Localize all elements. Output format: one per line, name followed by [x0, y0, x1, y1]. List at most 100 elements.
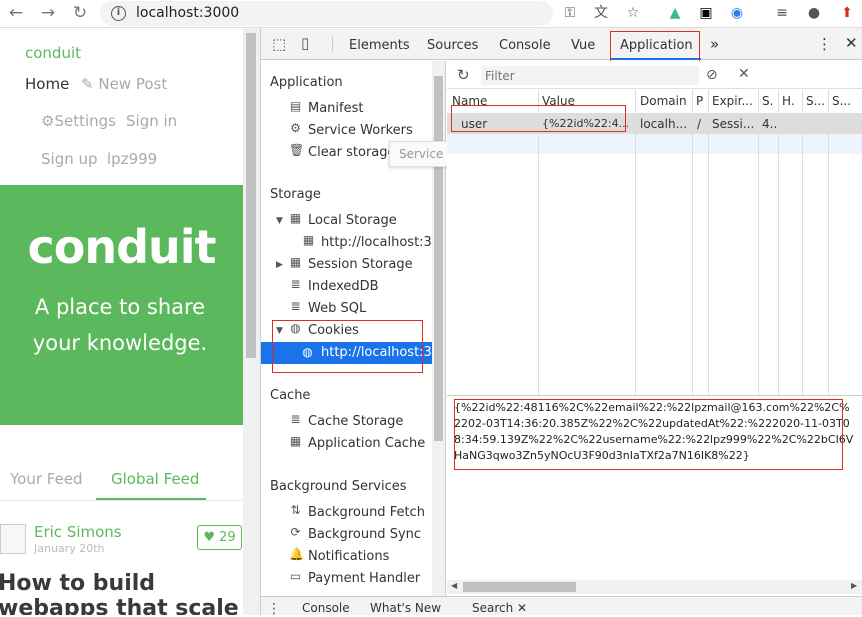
address-bar[interactable]: i localhost:3000 [100, 1, 553, 26]
sidebar-item-local-storage-origin[interactable]: http://localhost:30 [321, 235, 440, 250]
column-header-domain[interactable]: Domain [640, 94, 690, 108]
column-divider [635, 90, 636, 395]
extension-square-icon[interactable]: ▣ [697, 4, 715, 22]
column-header-samesite[interactable]: S... [832, 94, 862, 108]
scroll-left-icon[interactable]: ◀ [451, 581, 457, 590]
article-title[interactable]: How to build webapps that scale [0, 571, 243, 615]
cell-size[interactable]: 4.. [762, 117, 777, 131]
sidebar-item-cache-storage[interactable]: Cache Storage [308, 414, 403, 429]
back-arrow-icon[interactable]: ← [6, 3, 26, 23]
sidebar-item-payment-handler[interactable]: Payment Handler [308, 571, 420, 586]
page-scrollbar[interactable] [243, 28, 260, 615]
reading-list-icon[interactable]: ≡ [773, 4, 791, 22]
horizontal-scrollbar[interactable]: ◀ ▶ [447, 580, 862, 594]
refresh-icon[interactable]: ↻ [457, 66, 470, 84]
column-header-size[interactable]: S. [762, 94, 777, 108]
drawer-tab-console[interactable]: Console [302, 601, 350, 615]
close-icon[interactable]: ✕ [517, 601, 527, 615]
nav-home[interactable]: Home [25, 75, 69, 93]
site-info-icon[interactable]: i [111, 6, 126, 21]
profile-avatar-icon[interactable]: ● [805, 4, 823, 22]
page-scrollbar-thumb[interactable] [246, 33, 256, 358]
sidebar-item-web-sql[interactable]: Web SQL [308, 301, 366, 316]
tab-sources[interactable]: Sources [427, 38, 478, 53]
section-application: Application [270, 75, 343, 90]
pane-splitter[interactable] [447, 395, 862, 396]
author-avatar[interactable] [0, 524, 26, 554]
sidebar-scrollbar-thumb[interactable] [434, 76, 443, 441]
collapse-triangle-icon[interactable]: ▶ [276, 260, 283, 270]
sidebar-item-notifications[interactable]: Notifications [308, 549, 389, 564]
key-icon[interactable]: ⚿ [561, 4, 579, 22]
close-icon[interactable]: ✕ [845, 34, 858, 52]
banner-title: conduit [27, 220, 216, 274]
extension-owl-icon[interactable]: ◉ [728, 4, 746, 22]
column-header-name[interactable]: Name [452, 94, 536, 108]
sidebar-item-manifest[interactable]: Manifest [308, 101, 363, 116]
favorite-button[interactable]: ♥ 29 [197, 525, 242, 550]
column-header-expires[interactable]: Expir... [712, 94, 756, 108]
tab-elements[interactable]: Elements [349, 38, 410, 53]
tab-global-feed[interactable]: Global Feed [111, 470, 199, 488]
cell-domain[interactable]: localh... [640, 117, 690, 131]
scroll-right-icon[interactable]: ▶ [851, 581, 857, 590]
column-divider [538, 90, 539, 395]
column-header-secure[interactable]: S... [806, 94, 826, 108]
drawer-tab-whats-new[interactable]: What's New [370, 601, 441, 615]
column-divider [708, 90, 709, 395]
nav-settings[interactable]: ⚙Settings [41, 112, 116, 130]
sidebar-item-indexeddb[interactable]: IndexedDB [308, 279, 379, 294]
expand-triangle-icon[interactable]: ▼ [276, 216, 283, 226]
nav-user[interactable]: lpz999 [107, 150, 157, 168]
device-toolbar-icon[interactable]: ▯ [301, 34, 309, 52]
tab-your-feed[interactable]: Your Feed [10, 470, 83, 488]
gear-icon: ⚙ [290, 121, 301, 135]
cell-value[interactable]: {%22id%22:4... [542, 117, 632, 130]
navbar-brand[interactable]: conduit [25, 44, 81, 62]
table-row-empty[interactable] [447, 134, 862, 154]
drawer-tab-search[interactable]: Search [472, 601, 513, 615]
column-header-path[interactable]: P [696, 94, 707, 108]
database-icon: ≣ [290, 299, 301, 313]
nav-sign-in[interactable]: Sign in [126, 112, 177, 130]
tab-application[interactable]: Application [620, 38, 693, 53]
nav-new-post[interactable]: ✎ New Post [81, 75, 167, 93]
author-name[interactable]: Eric Simons [34, 523, 122, 541]
column-divider [692, 90, 693, 395]
cell-name[interactable]: user [461, 117, 535, 131]
forward-arrow-icon[interactable]: → [38, 3, 58, 23]
column-header-value[interactable]: Value [542, 94, 632, 108]
translate-icon[interactable]: 文 [592, 4, 610, 22]
sidebar-item-clear-storage[interactable]: Clear storage [308, 145, 396, 160]
delete-selected-icon[interactable]: ✕ [738, 66, 750, 82]
column-divider [758, 90, 759, 395]
sidebar-item-application-cache[interactable]: Application Cache [308, 436, 425, 451]
tab-console[interactable]: Console [499, 38, 551, 53]
expand-triangle-icon[interactable]: ▼ [276, 326, 283, 336]
sidebar-item-cookies-origin[interactable]: ◍ http://localhost:30 [261, 342, 440, 364]
nav-sign-up[interactable]: Sign up [41, 150, 98, 168]
cell-expires[interactable]: Sessi... [712, 117, 756, 131]
clear-all-icon[interactable]: ⊘ [706, 67, 718, 83]
cell-path[interactable]: / [697, 117, 707, 131]
sidebar-item-service-workers[interactable]: Service Workers [308, 123, 413, 138]
vue-devtools-icon[interactable]: ▲ [666, 4, 684, 22]
sidebar-item-session-storage[interactable]: Session Storage [308, 257, 413, 272]
url-text[interactable]: localhost:3000 [136, 5, 239, 21]
reload-icon[interactable]: ↻ [70, 3, 90, 23]
update-icon[interactable]: ⬆ [838, 4, 856, 22]
sidebar-item-background-sync[interactable]: Background Sync [308, 527, 421, 542]
filter-input[interactable] [481, 66, 699, 85]
sidebar-item-background-fetch[interactable]: Background Fetch [308, 505, 425, 520]
kebab-menu-icon[interactable]: ⋮ [817, 35, 832, 53]
bookmark-star-icon[interactable]: ☆ [624, 4, 642, 22]
sidebar-item-local-storage[interactable]: Local Storage [308, 213, 397, 228]
column-header-httponly[interactable]: H. [782, 94, 800, 108]
horizontal-scrollbar-thumb[interactable] [463, 582, 576, 592]
more-tabs-button[interactable]: » [710, 35, 719, 53]
inspect-element-icon[interactable]: ⬚ [272, 35, 286, 53]
cookie-value-preview[interactable]: {%22id%22:48116%2C%22email%22:%22lpzmail… [454, 400, 854, 472]
sidebar-item-cookies[interactable]: Cookies [308, 323, 359, 338]
section-cache: Cache [270, 388, 311, 403]
tab-vue[interactable]: Vue [571, 38, 595, 53]
